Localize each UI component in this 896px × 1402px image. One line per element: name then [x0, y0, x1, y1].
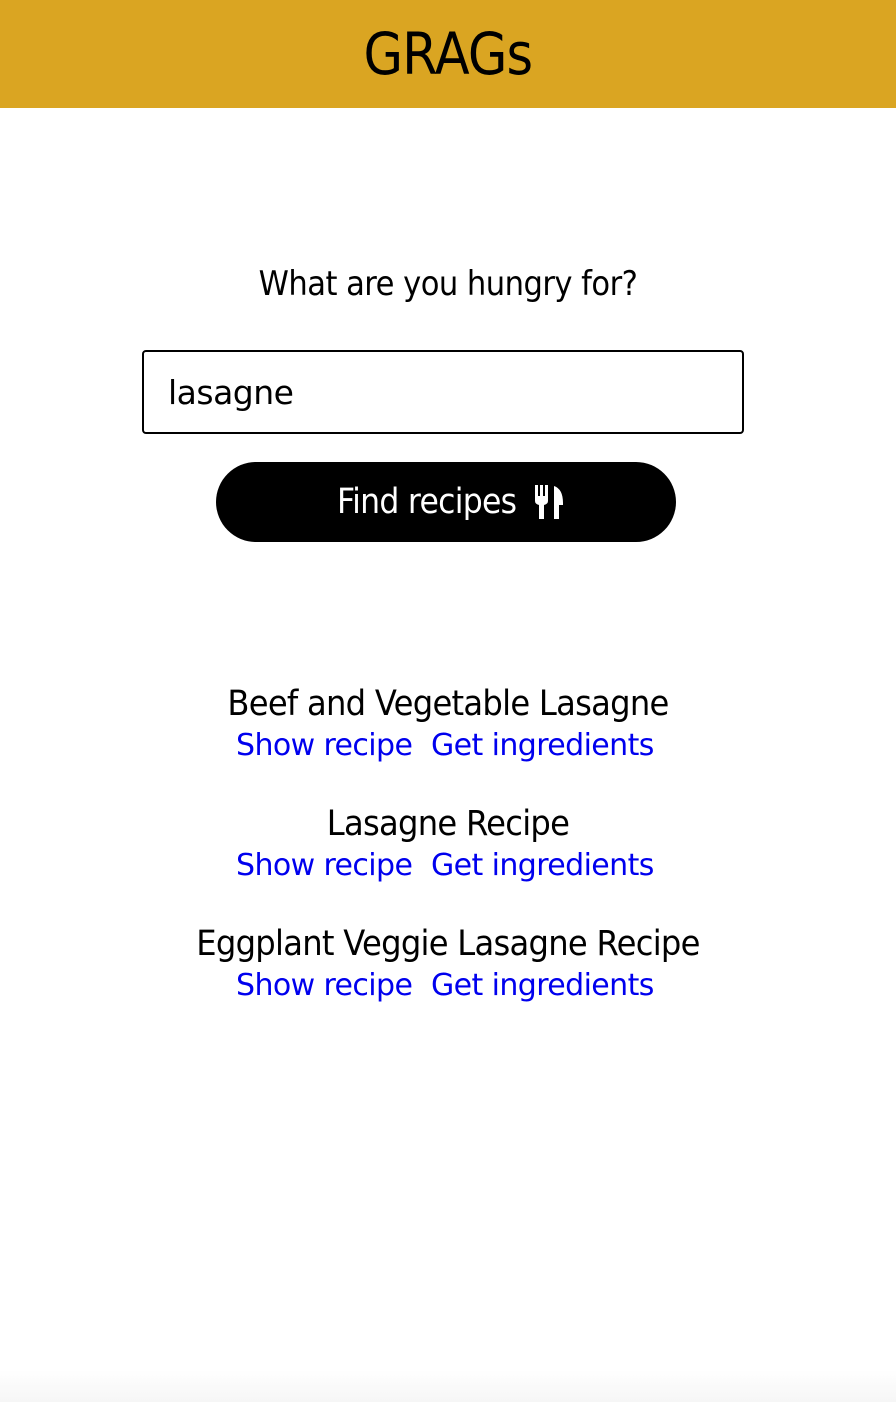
find-recipes-label: Find recipes	[337, 482, 517, 522]
result-links: Show recipe Get ingredients	[0, 726, 896, 766]
result-item: Beef and Vegetable Lasagne Show recipe G…	[0, 682, 896, 802]
get-ingredients-link[interactable]: Get ingredients	[431, 966, 654, 1006]
result-title: Lasagne Recipe	[326, 804, 570, 844]
app-header: GRAGs	[0, 0, 896, 108]
utensils-icon	[534, 485, 563, 519]
app-title: GRAGs	[363, 20, 534, 88]
page: GRAGs What are you hungry for? Find reci…	[0, 0, 896, 1402]
result-links: Show recipe Get ingredients	[0, 846, 896, 886]
show-recipe-link[interactable]: Show recipe	[236, 846, 413, 886]
footer-strip	[0, 1370, 896, 1402]
result-links: Show recipe Get ingredients	[0, 966, 896, 1006]
result-title: Beef and Vegetable Lasagne	[227, 684, 669, 724]
find-recipes-button[interactable]: Find recipes	[216, 462, 676, 542]
result-item: Eggplant Veggie Lasagne Recipe Show reci…	[0, 922, 896, 1042]
results-list: Beef and Vegetable Lasagne Show recipe G…	[0, 682, 896, 1042]
result-title: Eggplant Veggie Lasagne Recipe	[196, 924, 700, 964]
search-field[interactable]	[142, 350, 744, 434]
get-ingredients-link[interactable]: Get ingredients	[431, 726, 654, 766]
search-input[interactable]	[168, 372, 742, 412]
show-recipe-link[interactable]: Show recipe	[236, 966, 413, 1006]
search-prompt: What are you hungry for?	[258, 264, 638, 304]
get-ingredients-link[interactable]: Get ingredients	[431, 846, 654, 886]
show-recipe-link[interactable]: Show recipe	[236, 726, 413, 766]
result-item: Lasagne Recipe Show recipe Get ingredien…	[0, 802, 896, 922]
